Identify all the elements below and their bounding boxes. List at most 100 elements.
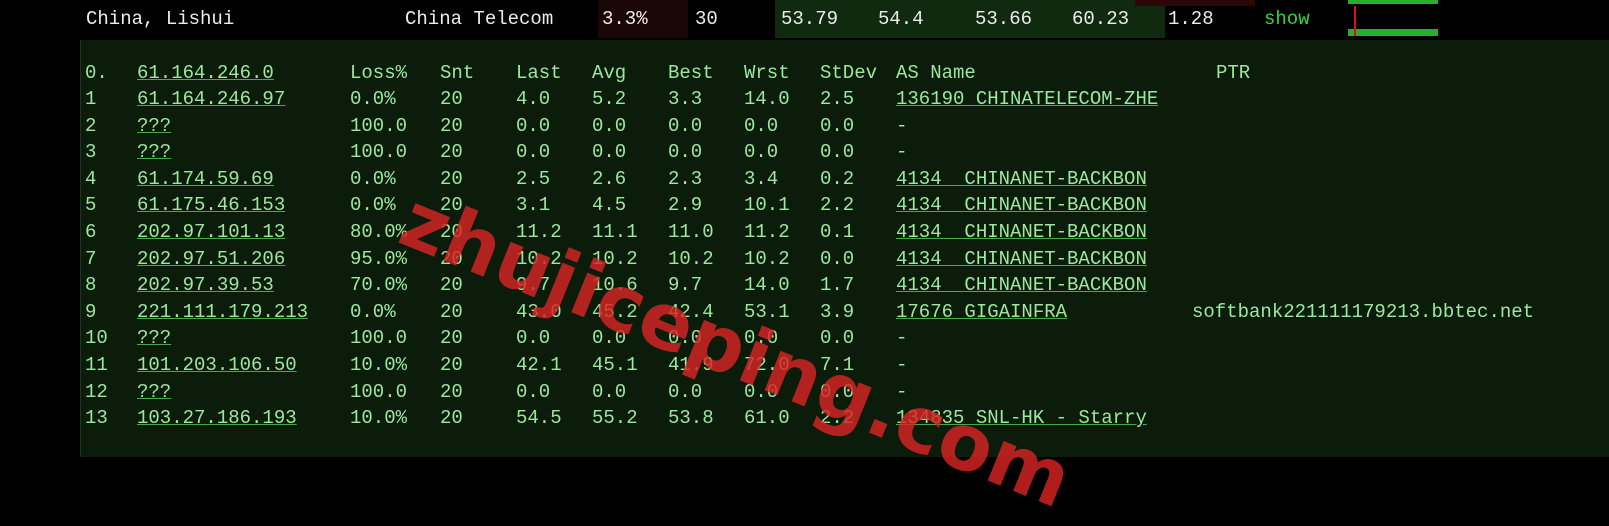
cell-wrst: 11.2: [744, 221, 790, 243]
cell-last: 0.0: [516, 114, 551, 137]
cell-hop: 10: [85, 327, 108, 350]
cell-best: 10.2: [668, 247, 714, 270]
cell-snt: 20: [440, 354, 463, 376]
cell-host: ???: [137, 380, 172, 403]
cell-best: 0.0: [668, 380, 703, 403]
cell-host[interactable]: 61.175.46.153: [137, 192, 285, 219]
cell-snt: 20: [440, 88, 463, 110]
cell-avg: 0.0: [592, 380, 627, 403]
cell-hop: 13: [85, 407, 108, 430]
header-as-name: AS Name: [896, 62, 976, 84]
header-wrst: Wrst: [744, 62, 790, 84]
result-row-lishui: China, Lishui China Telecom 3.3% 30 53.7…: [0, 0, 1609, 38]
table-row: 12??? 100.0 20 0.0 0.0 0.0 0.0 0.0 -: [81, 379, 1609, 406]
cell-stdev: 0.1: [820, 221, 855, 243]
cell-last: 9.7: [516, 274, 551, 297]
cell-hop: 4: [85, 167, 97, 190]
cell-wrst: 61.0: [744, 407, 790, 430]
cell-avg: 45.1: [592, 354, 638, 376]
header-ptr: PTR: [1216, 62, 1251, 84]
cell-host[interactable]: 61.174.59.69: [137, 166, 274, 193]
cell-loss: 100.0: [350, 327, 408, 350]
avg-cell: 54.4: [878, 8, 924, 30]
cell-wrst: 10.1: [744, 194, 790, 217]
cell-stdev: 0.2: [820, 167, 855, 190]
cell-stdev: 0.0: [820, 114, 855, 137]
cell-host[interactable]: 221.111.179.213: [137, 299, 308, 326]
cell-loss: 0.0%: [350, 194, 396, 217]
cell-as-name[interactable]: 4134 CHINANET-BACKBON: [896, 192, 1147, 219]
cell-last: 43.0: [516, 300, 562, 323]
cell-host[interactable]: 103.27.186.193: [137, 405, 297, 432]
cell-as-name: -: [896, 141, 908, 164]
cell-as-name: -: [896, 380, 908, 403]
cell-best: 0.0: [668, 327, 703, 350]
cell-stdev: 0.0: [820, 247, 855, 270]
cell-as-name[interactable]: 136190 CHINATELECOM-ZHE: [896, 86, 1158, 113]
cell-snt: 20: [440, 274, 463, 297]
cell-host[interactable]: 202.97.51.206: [137, 246, 285, 273]
cell-as-name[interactable]: 17676 GIGAINFRA: [896, 299, 1067, 326]
cell-last: 0.0: [516, 327, 551, 350]
table-row: 2??? 100.0 20 0.0 0.0 0.0 0.0 0.0 -: [81, 113, 1609, 140]
header-host[interactable]: 61.164.246.0: [137, 60, 274, 87]
cell-wrst: 53.1: [744, 300, 790, 323]
cell-as-name[interactable]: 4134 CHINANET-BACKBON: [896, 246, 1147, 273]
isp-cell: China Telecom: [405, 8, 554, 30]
header-avg: Avg: [592, 62, 627, 84]
cell-host: ???: [137, 327, 172, 350]
cell-loss: 100.0: [350, 141, 408, 164]
cell-as-name[interactable]: 134835 SNL-HK - Starry: [896, 405, 1147, 432]
cell-snt: 20: [440, 114, 463, 137]
cell-avg: 11.1: [592, 221, 638, 243]
cell-stdev: 1.7: [820, 274, 855, 297]
cell-wrst: 3.4: [744, 167, 779, 190]
table-row: 6 202.97.101.13 80.0% 20 11.2 11.1 11.0 11.2 0.1…: [81, 219, 1609, 246]
cell-avg: 10.6: [592, 274, 638, 297]
cell-avg: 4.5: [592, 194, 627, 217]
cell-hop: 6: [85, 221, 97, 243]
cell-loss: 95.0%: [350, 247, 408, 270]
cell-hop: 9: [85, 300, 97, 323]
cell-wrst: 0.0: [744, 141, 779, 164]
cell-best: 11.0: [668, 221, 714, 243]
cell-stdev: 2.5: [820, 88, 855, 110]
header-best: Best: [668, 62, 714, 84]
cell-wrst: 14.0: [744, 274, 790, 297]
cell-host[interactable]: 202.97.101.13: [137, 219, 285, 246]
cell-hop: 5: [85, 194, 97, 217]
cell-avg: 0.0: [592, 141, 627, 164]
last-cell: 53.79: [781, 8, 839, 30]
cell-as-name[interactable]: 4134 CHINANET-BACKBON: [896, 272, 1147, 299]
cell-snt: 20: [440, 300, 463, 323]
header-stdev: StDev: [820, 62, 878, 84]
cell-host[interactable]: 202.97.39.53: [137, 272, 274, 299]
cell-loss: 100.0: [350, 114, 408, 137]
cell-wrst: 0.0: [744, 380, 779, 403]
cell-avg: 2.6: [592, 167, 627, 190]
cell-last: 42.1: [516, 354, 562, 376]
cell-avg: 55.2: [592, 407, 638, 430]
show-link[interactable]: show: [1264, 6, 1310, 33]
header-snt: Snt: [440, 62, 475, 84]
cell-host: ???: [137, 141, 172, 164]
cell-avg: 10.2: [592, 247, 638, 270]
cell-last: 54.5: [516, 407, 562, 430]
stdev-cell: 1.28: [1168, 8, 1214, 30]
cell-best: 42.4: [668, 300, 714, 323]
best-cell: 53.66: [975, 8, 1033, 30]
cell-best: 2.9: [668, 194, 703, 217]
cell-loss: 0.0%: [350, 167, 396, 190]
table-row: 11 101.203.106.50 10.0% 20 42.1 45.1 41.9 72.0 7…: [81, 352, 1609, 379]
cell-loss: 70.0%: [350, 274, 408, 297]
cell-host[interactable]: 101.203.106.50: [137, 352, 297, 379]
sent-cell: 30: [695, 8, 718, 30]
cell-last: 0.0: [516, 141, 551, 164]
cell-as-name[interactable]: 4134 CHINANET-BACKBON: [896, 219, 1147, 246]
cell-host[interactable]: 61.164.246.97: [137, 86, 285, 113]
cell-as-name[interactable]: 4134 CHINANET-BACKBON: [896, 166, 1147, 193]
cell-host: ???: [137, 114, 172, 137]
cell-wrst: 0.0: [744, 327, 779, 350]
cell-as-name: -: [896, 114, 908, 137]
cell-stdev: 3.9: [820, 300, 855, 323]
